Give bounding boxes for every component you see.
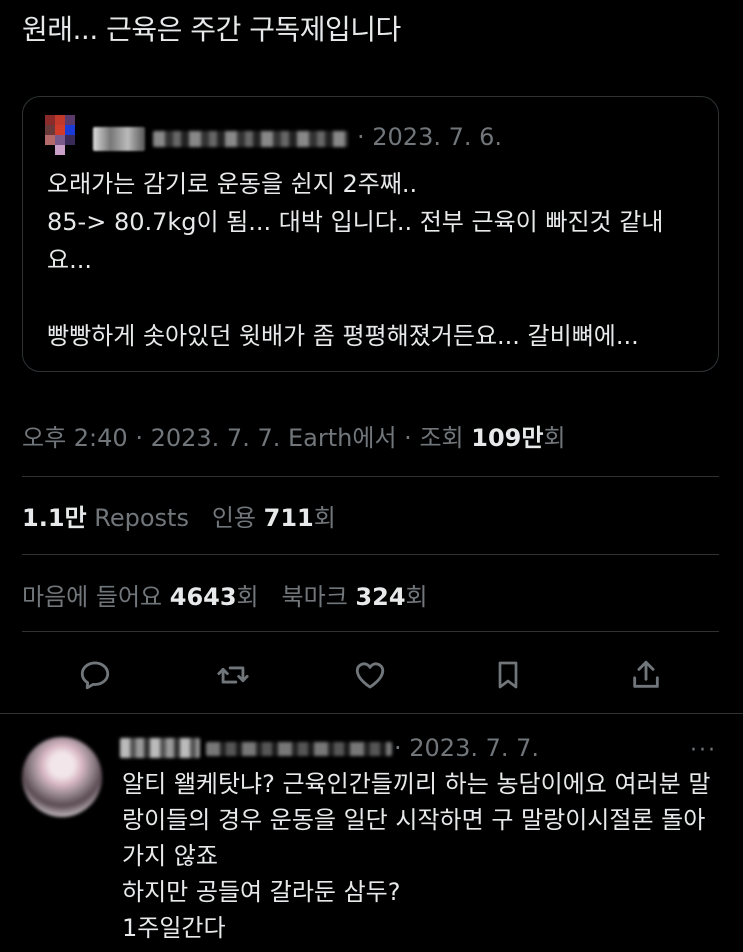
quotes-count: 711: [263, 504, 314, 532]
quoted-author-handle-blurred[interactable]: [153, 131, 348, 147]
reposts-stat[interactable]: 1.1만 Reposts: [22, 504, 189, 532]
quotes-stat[interactable]: 인용 711회: [212, 504, 336, 532]
tweet-date[interactable]: 2023. 7. 7.: [151, 424, 281, 452]
bookmarks-count: 324: [355, 583, 406, 611]
quoted-tweet-card[interactable]: · 2023. 7. 6. 오래가는 감기로 운동을 쉰지 2주째.. 85->…: [22, 96, 719, 372]
quoted-author-name-blurred[interactable]: [93, 127, 145, 151]
quotes-label: 인용: [211, 504, 257, 532]
like-bookmark-stats: 마음에 들어요 4643회 북마크 324회: [22, 577, 428, 612]
reposts-count: 1.1만: [22, 504, 87, 532]
bookmark-icon: [498, 661, 518, 689]
reply-author-handle-blurred[interactable]: [206, 742, 392, 756]
tweet-source: Earth에서: [288, 424, 397, 452]
views-count: 109만: [471, 424, 544, 452]
reply-date[interactable]: · 2023. 7. 7.: [394, 734, 539, 762]
tweet-text: 원래... 근육은 주간 구독제입니다: [22, 13, 401, 46]
bookmarks-label: 북마크: [281, 583, 348, 611]
likes-label: 마음에 들어요: [22, 583, 163, 611]
bookmarks-suffix: 회: [405, 583, 428, 611]
quotes-suffix: 회: [313, 504, 336, 532]
more-options-icon[interactable]: ···: [690, 738, 717, 763]
repost-icon: [217, 666, 249, 684]
like-button[interactable]: [345, 650, 395, 700]
reply-icon: [80, 661, 110, 690]
share-button[interactable]: [621, 650, 671, 700]
quoted-tweet-date[interactable]: · 2023. 7. 6.: [357, 123, 502, 151]
tweet-meta: 오후 2:40 · 2023. 7. 7. Earth에서 · 조회 109만회: [22, 424, 566, 452]
likes-stat[interactable]: 마음에 들어요 4643회: [22, 583, 259, 611]
bookmark-button[interactable]: [483, 650, 533, 700]
views-suffix: 회: [543, 424, 566, 452]
quoted-tweet-body: 오래가는 감기로 운동을 쉰지 2주째.. 85-> 80.7kg이 됨... …: [47, 170, 664, 350]
share-icon: [633, 660, 659, 688]
like-icon: [355, 662, 385, 689]
repost-quote-stats: 1.1만 Reposts 인용 711회: [22, 498, 336, 533]
tweet-time[interactable]: 오후 2:40: [22, 424, 128, 452]
divider: [22, 554, 719, 555]
repost-button[interactable]: [208, 650, 258, 700]
divider: [22, 476, 719, 477]
reply-body: 알티 왤케탓냐? 근육인간들끼리 하는 농담이에요 여러분 말랑이들의 경우 운…: [122, 770, 711, 942]
quoted-author-avatar[interactable]: [45, 115, 83, 155]
views-label: 조회: [419, 424, 464, 452]
likes-suffix: 회: [236, 583, 259, 611]
thread-divider: [0, 713, 743, 714]
tweet-action-bar: [0, 650, 743, 700]
bookmarks-stat[interactable]: 북마크 324회: [282, 583, 428, 611]
reply-author-name-blurred[interactable]: [120, 738, 200, 758]
divider: [22, 631, 719, 632]
likes-count: 4643: [169, 583, 237, 611]
reply-author-avatar[interactable]: [22, 737, 102, 817]
reply-button[interactable]: [70, 650, 120, 700]
reposts-label: Reposts: [94, 504, 189, 532]
